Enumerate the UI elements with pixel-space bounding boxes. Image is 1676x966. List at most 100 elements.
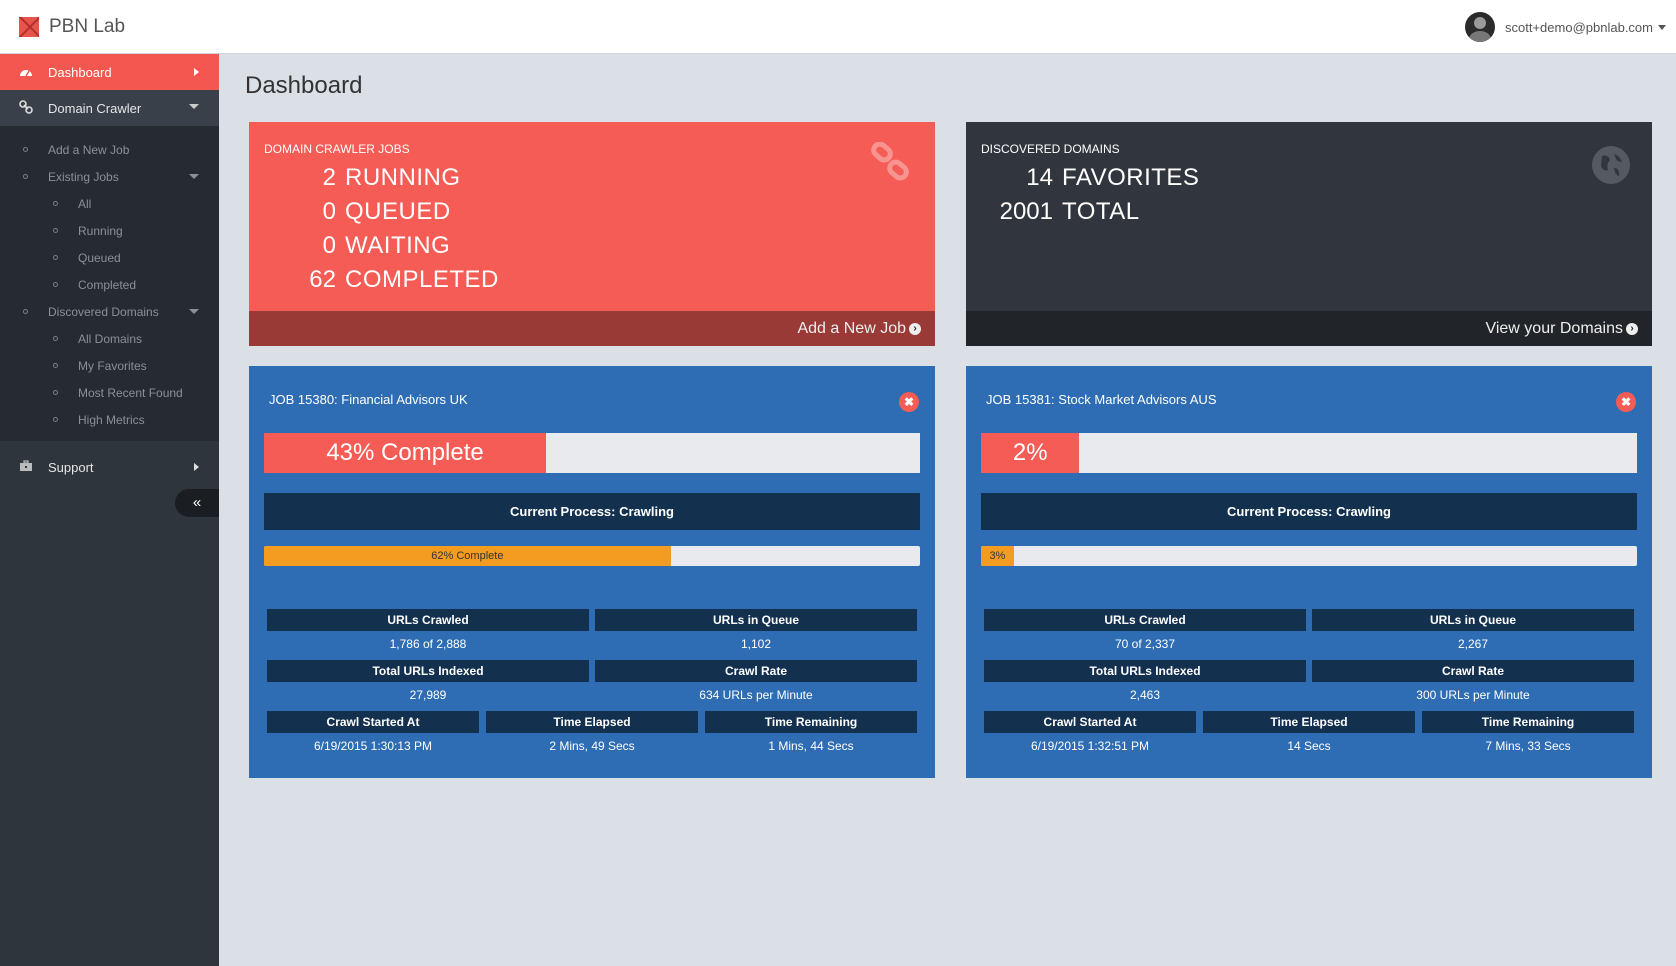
sidebar-item-label: Add a New Job <box>48 142 130 157</box>
metric-total-urls-indexed: Total URLs Indexed 27,989 <box>267 660 589 704</box>
link-label: Add a New Job <box>797 320 906 337</box>
collapse-sidebar-button[interactable]: « <box>175 489 219 517</box>
job-progress-label: 2% <box>1012 439 1048 466</box>
sidebar-item-label: Most Recent Found <box>78 385 183 400</box>
sidebar-item-label: My Favorites <box>78 358 147 373</box>
current-process: Current Process: Crawling <box>981 493 1637 530</box>
sidebar-item-label: Running <box>78 223 123 238</box>
metric-crawl-rate: Crawl Rate 300 URLs per Minute <box>1312 660 1634 704</box>
metric-time-elapsed: Time Elapsed 2 Mins, 49 Secs <box>486 711 698 755</box>
sidebar-item-most-recent-found[interactable]: Most Recent Found <box>0 379 219 406</box>
metric-crawl-rate: Crawl Rate 634 URLs per Minute <box>595 660 917 704</box>
sidebar-item-jobs-all[interactable]: All <box>0 190 219 217</box>
user-menu[interactable]: scott+demo@pbnlab.com <box>1465 12 1666 42</box>
view-domains-link[interactable]: View your Domains › <box>966 311 1652 346</box>
bullet-icon <box>53 336 58 341</box>
bullet-icon <box>53 282 58 287</box>
sidebar-item-high-metrics[interactable]: High Metrics <box>0 406 219 433</box>
job-progress-label: 43% Complete <box>326 439 484 466</box>
running-count: 2 RUNNING <box>322 164 461 191</box>
sidebar-item-support[interactable]: Support <box>0 449 219 485</box>
queued-count: 0 QUEUED <box>322 198 451 225</box>
close-icon[interactable]: ✖ <box>899 392 919 412</box>
process-progress-label: 3% <box>989 550 1006 562</box>
chevron-right-icon <box>194 463 199 471</box>
sidebar-item-all-domains[interactable]: All Domains <box>0 325 219 352</box>
user-email: scott+demo@pbnlab.com <box>1505 19 1653 35</box>
job-title: JOB 15380: Financial Advisors UK <box>269 392 468 407</box>
sidebar: Dashboard Domain Crawler Add a New Job E… <box>0 54 219 966</box>
waiting-count: 0 WAITING <box>322 232 451 259</box>
current-process: Current Process: Crawling <box>264 493 920 530</box>
sidebar-item-domain-crawler[interactable]: Domain Crawler <box>0 90 219 126</box>
sidebar-item-label: Domain Crawler <box>48 100 142 116</box>
sidebar-item-discovered-domains[interactable]: Discovered Domains <box>0 298 219 325</box>
close-icon[interactable]: ✖ <box>1616 392 1636 412</box>
sidebar-item-label: All Domains <box>78 331 143 346</box>
job-progress-fill: 2% <box>981 433 1080 473</box>
metric-urls-crawled: URLs Crawled 70 of 2,337 <box>984 609 1306 653</box>
job-metrics: URLs Crawled 1,786 of 2,888 URLs in Queue… <box>267 609 917 762</box>
globe-icon <box>1592 146 1630 184</box>
dashboard-icon <box>18 65 34 80</box>
bullet-icon <box>53 363 58 368</box>
sidebar-item-label: High Metrics <box>78 412 145 427</box>
brand[interactable]: PBN Lab <box>19 16 125 38</box>
domain-crawler-jobs-panel: DOMAIN CRAWLER JOBS 2 RUNNING 0 QUEUED 0 WA… <box>249 122 935 346</box>
bullet-icon <box>53 255 58 260</box>
sidebar-item-label: Support <box>48 459 94 475</box>
logo-icon <box>19 17 39 37</box>
link-icon <box>18 99 34 117</box>
metric-time-remaining: Time Remaining 1 Mins, 44 Secs <box>705 711 917 755</box>
sidebar-item-add-new-job[interactable]: Add a New Job <box>0 136 219 163</box>
sidebar-item-label: Existing Jobs <box>48 169 119 184</box>
sidebar-item-label: All <box>78 196 92 211</box>
chevron-down-icon <box>189 309 199 314</box>
chevron-down-icon <box>189 104 199 109</box>
sidebar-item-jobs-queued[interactable]: Queued <box>0 244 219 271</box>
job-progress-bar: 43% Complete <box>264 433 920 473</box>
chain-icon <box>871 142 909 181</box>
sidebar-item-jobs-running[interactable]: Running <box>0 217 219 244</box>
sidebar-item-label: Discovered Domains <box>48 304 159 319</box>
job-progress-fill: 43% Complete <box>264 433 547 473</box>
sidebar-item-label: Queued <box>78 250 121 265</box>
job-metrics: URLs Crawled 70 of 2,337 URLs in Queue 2,2… <box>984 609 1634 762</box>
job-progress-bar: 2% <box>981 433 1637 473</box>
process-progress-fill: 62% Complete <box>264 546 671 566</box>
job-card: JOB 15381: Stock Market Advisors AUS ✖ 2… <box>966 366 1652 778</box>
chevron-down-icon <box>189 174 199 179</box>
sidebar-item-existing-jobs[interactable]: Existing Jobs <box>0 163 219 190</box>
total-count: 2001 TOTAL <box>999 198 1140 225</box>
bullet-icon <box>53 228 58 233</box>
metric-crawl-started: Crawl Started At 6/19/2015 1:32:51 PM <box>984 711 1196 755</box>
job-counts: 2 RUNNING 0 QUEUED 0 WAITING 62 COMPLETED <box>264 161 564 297</box>
domain-counts: 14 FAVORITES 2001 TOTAL <box>981 161 1281 229</box>
sidebar-item-label: Dashboard <box>48 64 112 80</box>
top-navbar: PBN Lab scott+demo@pbnlab.com <box>0 0 1676 54</box>
bullet-icon <box>23 174 28 179</box>
metric-time-remaining: Time Remaining 7 Mins, 33 Secs <box>1422 711 1634 755</box>
panel-title: DOMAIN CRAWLER JOBS <box>264 142 410 156</box>
bullet-icon <box>23 309 28 314</box>
process-progress-bar: 62% Complete <box>264 546 920 566</box>
domain-crawler-submenu: Add a New Job Existing Jobs All Running … <box>0 126 219 441</box>
link-label: View your Domains <box>1485 320 1623 337</box>
add-new-job-link[interactable]: Add a New Job › <box>249 311 935 346</box>
sidebar-item-jobs-completed[interactable]: Completed <box>0 271 219 298</box>
metric-urls-in-queue: URLs in Queue 1,102 <box>595 609 917 653</box>
process-progress-fill: 3% <box>981 546 1014 566</box>
arrow-circle-right-icon: › <box>909 322 921 335</box>
metric-crawl-started: Crawl Started At 6/19/2015 1:30:13 PM <box>267 711 479 755</box>
sidebar-item-dashboard[interactable]: Dashboard <box>0 54 219 90</box>
sidebar-item-my-favorites[interactable]: My Favorites <box>0 352 219 379</box>
avatar <box>1465 12 1496 42</box>
bullet-icon <box>53 417 58 422</box>
chevron-right-icon <box>194 68 199 76</box>
process-progress-label: 62% Complete <box>431 550 504 562</box>
job-card: JOB 15380: Financial Advisors UK ✖ 43% C… <box>249 366 935 778</box>
panel-title: DISCOVERED DOMAINS <box>981 142 1120 156</box>
metric-time-elapsed: Time Elapsed 14 Secs <box>1203 711 1415 755</box>
favorites-count: 14 FAVORITES <box>1026 164 1200 191</box>
job-title: JOB 15381: Stock Market Advisors AUS <box>986 392 1217 407</box>
